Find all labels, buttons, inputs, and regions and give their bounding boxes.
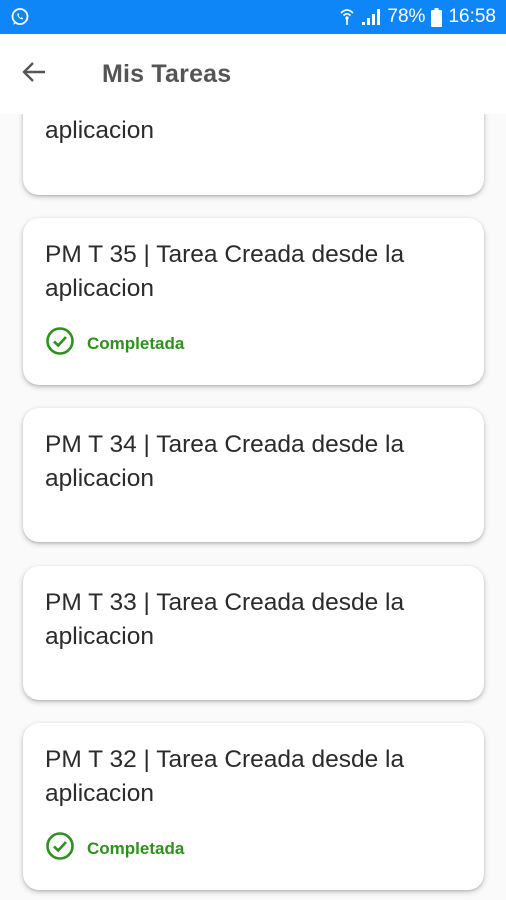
battery-icon [431,7,443,27]
back-arrow-icon [21,60,47,89]
task-card[interactable]: PM T 32 | Tarea Creada desde la aplicaci… [23,723,484,890]
task-status: Completada [45,831,462,866]
task-title: PM T 32 | Tarea Creada desde la aplicaci… [45,746,405,807]
page-title: Mis Tareas [102,59,232,88]
app-bar: Mis Tareas [0,34,506,114]
whatsapp-icon [10,7,30,27]
task-card[interactable]: PM T 34 | Tarea Creada desde la aplicaci… [23,408,484,542]
task-card[interactable]: PM T 33 | Tarea Creada desde la aplicaci… [23,566,484,700]
task-title: PM T 34 | Tarea Creada desde la aplicaci… [45,431,405,492]
battery-percent: 78% [387,6,426,27]
signal-icon [361,8,381,26]
check-circle-icon [45,326,75,361]
task-title: PM T 35 | Tarea Creada desde la aplicaci… [45,241,405,302]
task-list[interactable]: aplicacion PM T 35 | Tarea Creada desde … [0,114,506,900]
clock: 16:58 [448,6,496,27]
wifi-calling-icon [339,8,355,26]
task-status: Completada [45,326,462,361]
task-title: aplicacion [45,117,154,144]
task-title: PM T 33 | Tarea Creada desde la aplicaci… [45,589,405,650]
task-card[interactable]: PM T 35 | Tarea Creada desde la aplicaci… [23,218,484,385]
status-label: Completada [87,333,185,353]
status-label: Completada [87,838,185,858]
check-circle-icon [45,831,75,866]
status-bar: 78% 16:58 [0,0,506,34]
task-card[interactable]: aplicacion [23,114,484,195]
back-button[interactable] [6,46,62,102]
